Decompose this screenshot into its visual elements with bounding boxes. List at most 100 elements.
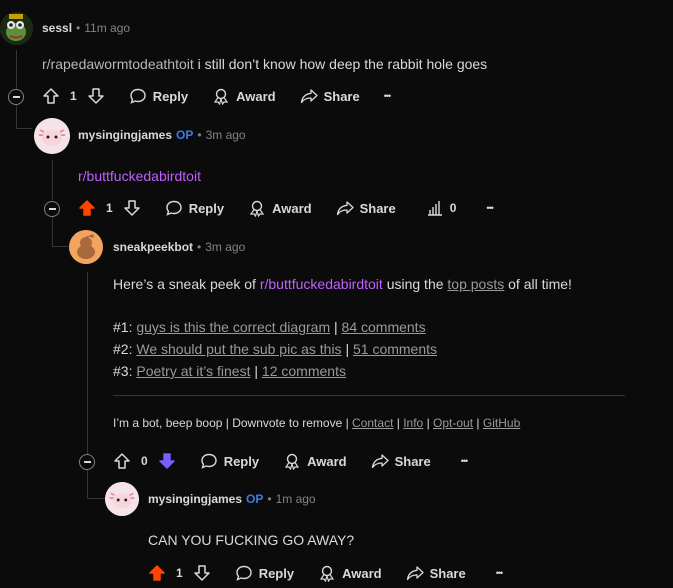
collapse-button[interactable] xyxy=(8,89,24,105)
pipe-separator: | xyxy=(396,416,400,430)
username[interactable]: mysingingjames xyxy=(148,492,242,506)
top-posts-link[interactable]: top posts xyxy=(447,276,504,292)
thread-line-3[interactable] xyxy=(87,272,88,454)
thread-line-2[interactable] xyxy=(52,160,53,200)
award-label: Award xyxy=(236,88,276,104)
post-title-link[interactable]: We should put the sub pic as this xyxy=(136,341,341,357)
op-badge: OP xyxy=(176,128,194,142)
reply-button[interactable]: Reply xyxy=(200,452,259,470)
more-options-icon[interactable]: ••• xyxy=(486,203,494,213)
share-button[interactable]: Share xyxy=(300,87,360,105)
username[interactable]: sneakpeekbot xyxy=(113,240,193,254)
subreddit-link[interactable]: r/rapedawormtodeathtoit xyxy=(42,56,194,72)
post-title-link[interactable]: guys is this the correct diagram xyxy=(136,319,330,335)
reply-label: Reply xyxy=(152,88,189,104)
share-button[interactable]: Share xyxy=(336,199,396,217)
more-options-icon[interactable]: ••• xyxy=(384,91,392,101)
collapse-button[interactable] xyxy=(79,454,95,470)
award-icon xyxy=(213,88,229,105)
timestamp[interactable]: 11m ago xyxy=(84,21,130,35)
comment-bubble-icon xyxy=(165,200,182,216)
github-link[interactable]: GitHub xyxy=(483,416,520,430)
award-button[interactable]: Award xyxy=(248,199,312,217)
downvote-icon[interactable] xyxy=(87,87,105,105)
vote-group: 1 xyxy=(42,87,105,105)
post-rank: #1: xyxy=(113,319,137,335)
post-comments-link[interactable]: 51 comments xyxy=(353,341,437,357)
avatar[interactable] xyxy=(69,230,103,264)
thread-branch-3 xyxy=(87,498,105,499)
share-button[interactable]: Share xyxy=(406,564,466,582)
avatar[interactable] xyxy=(34,118,70,154)
timestamp[interactable]: 3m ago xyxy=(206,128,246,142)
downvote-icon[interactable] xyxy=(193,564,211,582)
thread-line-1b[interactable] xyxy=(16,104,17,128)
share-label: Share xyxy=(429,565,466,581)
share-button[interactable]: Share xyxy=(371,452,431,470)
insights-button[interactable]: 0 xyxy=(426,199,456,217)
comment-body: r/buttfuckedabirdtoit xyxy=(78,168,201,184)
upvote-icon[interactable] xyxy=(42,87,60,105)
username[interactable]: sessl xyxy=(42,21,72,35)
post-comments-link[interactable]: 12 comments xyxy=(262,363,346,379)
intro-text-a: Here’s a sneak peek of xyxy=(113,276,260,292)
contact-link[interactable]: Contact xyxy=(352,416,393,430)
upvote-icon[interactable] xyxy=(113,452,131,470)
more-options-icon[interactable]: ••• xyxy=(461,456,469,466)
comment-bubble-icon xyxy=(129,88,146,104)
avatar[interactable] xyxy=(105,482,139,516)
share-icon xyxy=(336,201,354,216)
pipe-separator: | xyxy=(426,416,430,430)
share-icon xyxy=(300,89,318,104)
upvote-icon-active[interactable] xyxy=(78,199,96,217)
thread-branch-1 xyxy=(16,128,32,129)
upvote-icon-active[interactable] xyxy=(148,564,166,582)
collapse-button[interactable] xyxy=(44,201,60,217)
timestamp[interactable]: 1m ago xyxy=(276,492,316,506)
reply-label: Reply xyxy=(188,200,225,216)
reply-button[interactable]: Reply xyxy=(129,87,188,105)
timestamp[interactable]: 3m ago xyxy=(205,240,245,254)
comment-bubble-icon xyxy=(235,565,252,581)
separator-dot: • xyxy=(197,128,202,142)
award-button[interactable]: Award xyxy=(318,564,382,582)
vote-group: 1 xyxy=(148,564,211,582)
thread-line-2b[interactable] xyxy=(52,216,53,246)
award-button[interactable]: Award xyxy=(283,452,347,470)
post-rank: #3: xyxy=(113,363,137,379)
thread-line-1[interactable] xyxy=(16,50,17,90)
post-list: #1: guys is this the correct diagram | 8… xyxy=(113,316,437,382)
pipe-separator: | xyxy=(254,363,259,379)
thread-line-3b[interactable] xyxy=(87,470,88,498)
info-link[interactable]: Info xyxy=(403,416,423,430)
share-label: Share xyxy=(323,88,360,104)
downvote-icon[interactable] xyxy=(123,199,141,217)
pipe-separator: | xyxy=(345,341,350,357)
axolotl-avatar-icon xyxy=(34,118,70,154)
post-item-2: #2: We should put the sub pic as this | … xyxy=(113,338,437,360)
vote-count: 0 xyxy=(141,454,148,468)
reply-button[interactable]: Reply xyxy=(165,199,224,217)
share-label: Share xyxy=(394,453,431,469)
share-label: Share xyxy=(359,200,396,216)
downvote-icon-active[interactable] xyxy=(158,452,176,470)
post-title-link[interactable]: Poetry at it’s finest xyxy=(136,363,250,379)
vote-count: 1 xyxy=(70,89,77,103)
award-label: Award xyxy=(342,565,382,581)
reply-button[interactable]: Reply xyxy=(235,564,294,582)
more-options-icon[interactable]: ••• xyxy=(496,568,504,578)
post-comments-link[interactable]: 84 comments xyxy=(342,319,426,335)
award-icon xyxy=(284,453,300,470)
subreddit-link[interactable]: r/buttfuckedabirdtoit xyxy=(260,276,383,292)
post-rank: #2: xyxy=(113,341,137,357)
avatar[interactable] xyxy=(0,12,33,45)
comment-body: CAN YOU FUCKING GO AWAY? xyxy=(148,532,355,548)
award-button[interactable]: Award xyxy=(212,87,276,105)
action-bar: 0 Reply Award Share ••• xyxy=(113,452,469,470)
bar-stats-icon xyxy=(427,201,442,216)
opt-out-link[interactable]: Opt-out xyxy=(433,416,473,430)
subreddit-link[interactable]: r/buttfuckedabirdtoit xyxy=(78,168,201,184)
action-bar: 1 Reply Award Share ••• xyxy=(148,564,504,582)
username[interactable]: mysingingjames xyxy=(78,128,172,142)
award-icon xyxy=(319,565,335,582)
